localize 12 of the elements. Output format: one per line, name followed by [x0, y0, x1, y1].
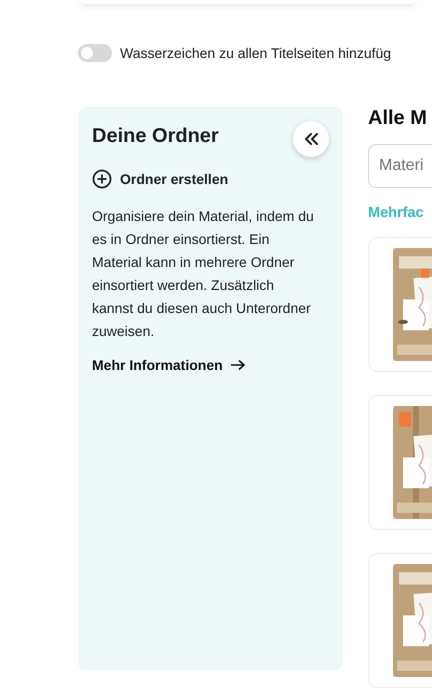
arrow-right-icon	[230, 359, 246, 371]
search-field[interactable]: Materi	[368, 144, 432, 188]
more-info-link[interactable]: Mehr Informationen	[92, 357, 246, 373]
sidebar-description: Organisiere dein Material, indem du es in Ordner einsortierst. Ein Material kann in mehrere Ordner einsortiert werden. Zusätzlich kannst du diesen auch Unterordner zuweisen.	[92, 207, 314, 341]
collapse-button[interactable]	[293, 121, 329, 157]
double-chevron-left-icon	[303, 132, 319, 146]
toggle-switch[interactable]	[78, 44, 112, 62]
main-title: Alle M	[368, 107, 428, 130]
toggle-label: Wasserzeichen zu allen Titelseiten hinzufüg	[120, 45, 392, 61]
sidebar-title: Deine Ordner	[92, 125, 219, 148]
plus-circle-icon	[92, 169, 112, 189]
create-folder-button[interactable]: Ordner erstellen	[92, 169, 228, 189]
